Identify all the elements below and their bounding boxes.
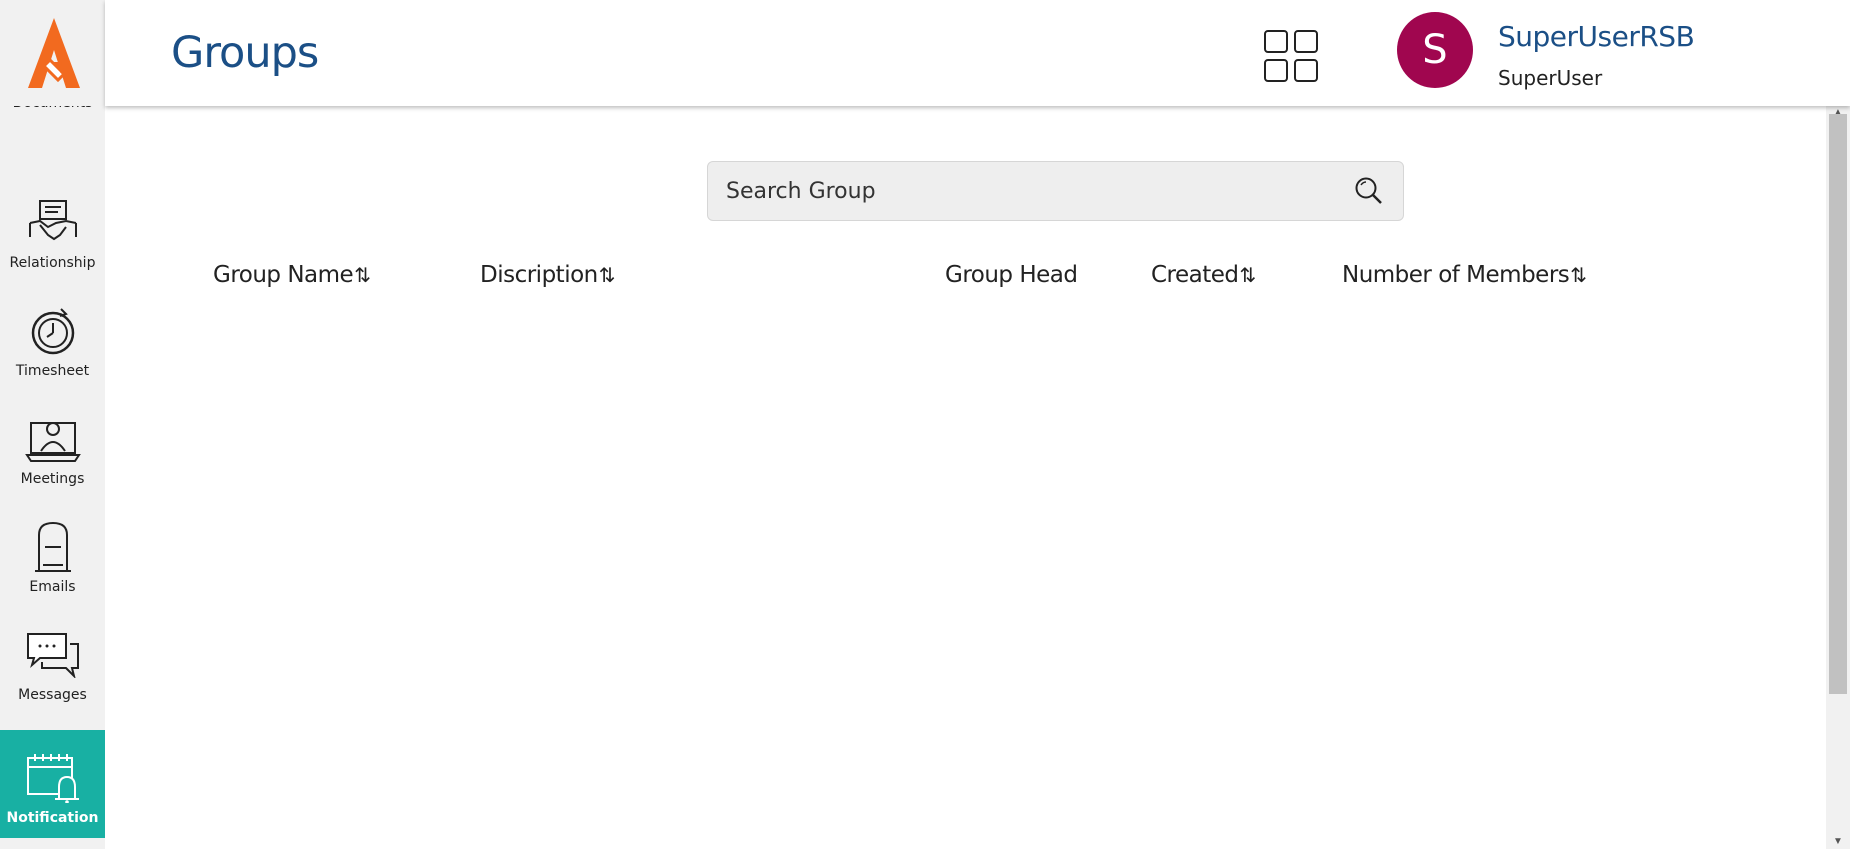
- sort-icon[interactable]: ⇅: [1240, 263, 1257, 287]
- chat-icon: [25, 627, 81, 683]
- mailbox-icon: [25, 519, 81, 575]
- sidebar-item-messages[interactable]: Messages: [0, 607, 105, 715]
- sidebar-item-relationship[interactable]: Relationship: [0, 175, 105, 283]
- column-header-group-name[interactable]: Group Name ⇅: [213, 262, 371, 288]
- sidebar: Documents Relationship Timesheet Meeting…: [0, 0, 105, 849]
- column-label: Group Head: [945, 262, 1078, 288]
- grid-icon[interactable]: [1263, 29, 1319, 83]
- sidebar-item-notification[interactable]: Notification: [0, 730, 105, 838]
- column-header-group-head: Group Head: [945, 262, 1078, 288]
- sort-icon[interactable]: ⇅: [354, 263, 371, 287]
- brand-logo[interactable]: [0, 0, 105, 106]
- sidebar-item-timesheet[interactable]: Timesheet: [0, 283, 105, 391]
- sidebar-item-label: Notification: [6, 810, 99, 826]
- search-icon[interactable]: [1353, 176, 1383, 206]
- video-meeting-icon: [24, 411, 81, 467]
- sidebar-item-meetings[interactable]: Meetings: [0, 391, 105, 499]
- column-label: Group Name: [213, 262, 354, 288]
- sidebar-item-label: Messages: [18, 687, 87, 703]
- column-header-number-of-members[interactable]: Number of Members ⇅: [1342, 262, 1587, 288]
- column-label: Discription: [480, 262, 598, 288]
- avatar[interactable]: S: [1397, 12, 1473, 88]
- user-name[interactable]: SuperUserRSB: [1498, 20, 1695, 53]
- search-input[interactable]: [726, 162, 1326, 220]
- handshake-icon: [25, 195, 81, 251]
- calendar-bell-icon: [25, 750, 81, 806]
- column-label: Number of Members: [1342, 262, 1570, 288]
- user-role: SuperUser: [1498, 66, 1603, 90]
- sidebar-item-label: Relationship: [9, 255, 96, 271]
- sidebar-item-label: Timesheet: [15, 363, 90, 379]
- sidebar-item-label: Meetings: [20, 471, 85, 487]
- column-header-description[interactable]: Discription ⇅: [480, 262, 616, 288]
- sidebar-item-emails[interactable]: Emails: [0, 499, 105, 607]
- sidebar-item-label: Emails: [29, 579, 76, 595]
- top-header: Groups S SuperUserRSB SuperUser: [105, 0, 1850, 106]
- column-label: Created: [1151, 262, 1239, 288]
- search-box: [707, 161, 1404, 221]
- scroll-down-arrow-icon[interactable]: ▼: [1826, 835, 1850, 849]
- sort-icon[interactable]: ⇅: [1570, 263, 1587, 287]
- vertical-scrollbar[interactable]: ▲ ▼: [1826, 106, 1850, 849]
- stopwatch-icon: [25, 303, 81, 359]
- column-header-created[interactable]: Created ⇅: [1151, 262, 1256, 288]
- scrollbar-thumb[interactable]: [1829, 114, 1847, 694]
- page-title: Groups: [171, 28, 319, 78]
- sort-icon[interactable]: ⇅: [599, 263, 616, 287]
